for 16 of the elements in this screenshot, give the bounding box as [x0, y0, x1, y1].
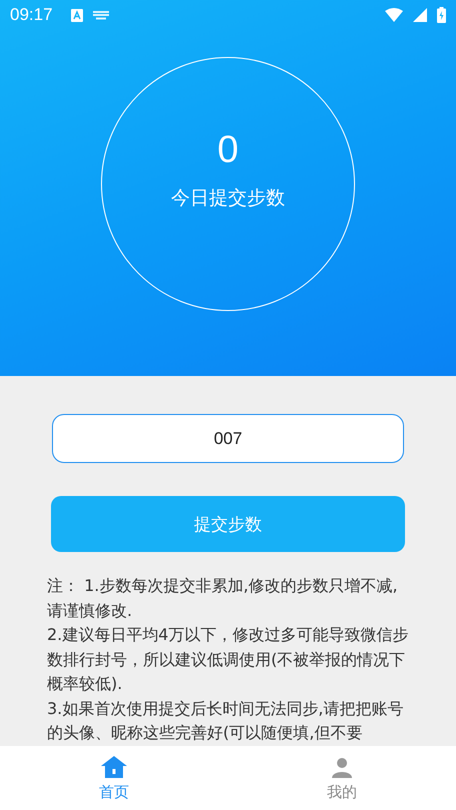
notification-icon: [70, 8, 83, 22]
steps-count: 0: [217, 131, 239, 169]
signal-icon: [413, 8, 427, 22]
note-text: 2.建议每日平均4万以下，修改过多可能导致微信步数排行封号，所以建议低调使用(不被举报的情况下概率较低).: [47, 624, 409, 695]
submit-steps-button[interactable]: 提交步数: [51, 496, 405, 552]
keyboard-icon: [92, 10, 109, 20]
note-text: 注： 1.步数每次提交非累加,修改的步数只增不减,请谨慎修改.: [47, 575, 399, 622]
home-icon: [100, 754, 128, 778]
note-text: 3.如果首次使用提交后长时间无法同步,请把把账号的头像、昵称这些完善好(可以随便填,但不要: [47, 698, 404, 744]
battery-icon: [437, 7, 446, 23]
steps-input-field[interactable]: 007: [52, 414, 404, 463]
wifi-icon: [385, 8, 403, 22]
nav-tab[interactable]: 首页: [0, 746, 228, 810]
steps-label: 今日提交步数: [171, 186, 285, 211]
status-time: 09:17: [10, 5, 53, 25]
nav-tab[interactable]: 我的: [228, 746, 456, 810]
